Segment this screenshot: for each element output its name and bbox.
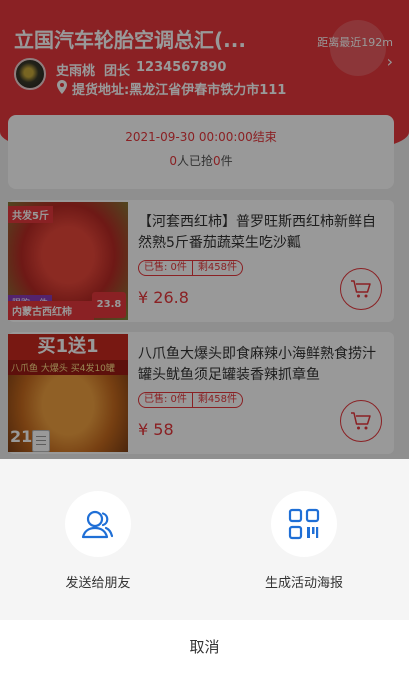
cancel-button[interactable]: 取消 — [0, 620, 409, 674]
send-to-friend-option[interactable]: 发送给朋友 — [23, 491, 173, 591]
share-sheet: 发送给朋友 生成活动海报 取消 — [0, 459, 409, 674]
qr-code-icon — [288, 508, 320, 540]
generate-poster-button[interactable] — [271, 491, 337, 557]
send-to-friend-button[interactable] — [65, 491, 131, 557]
generate-poster-label: 生成活动海报 — [264, 576, 343, 591]
generate-poster-option[interactable]: 生成活动海报 — [229, 491, 379, 591]
friends-icon — [81, 510, 114, 539]
send-to-friend-label: 发送给朋友 — [65, 576, 131, 591]
